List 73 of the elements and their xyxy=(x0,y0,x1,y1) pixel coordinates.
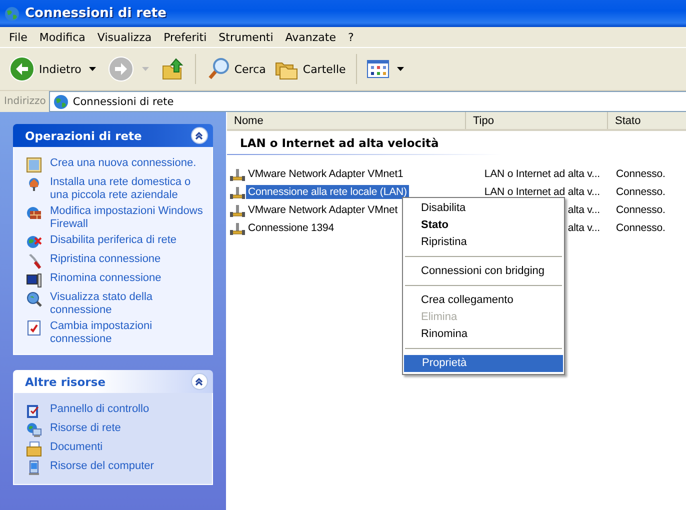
menu-item[interactable]: Disabilita xyxy=(403,200,564,217)
globe-cross-icon xyxy=(26,234,42,250)
house-icon xyxy=(26,176,42,192)
connection-name[interactable]: Connessione alla rete locale (LAN) xyxy=(246,185,409,199)
globe-computer-icon xyxy=(26,422,42,438)
menu-item[interactable]: Strumenti xyxy=(212,28,280,46)
panel-header[interactable]: Operazioni di rete xyxy=(13,124,213,147)
menu-item[interactable]: Proprietà xyxy=(404,355,563,372)
network-cable-icon xyxy=(230,185,245,199)
search-button[interactable]: Cerca xyxy=(203,55,269,83)
back-button[interactable]: Indietro xyxy=(6,54,84,84)
connection-name[interactable]: VMware Network Adapter VMnet xyxy=(246,203,400,217)
network-cable-icon xyxy=(230,221,245,235)
magnifier-icon xyxy=(26,291,42,307)
task-link[interactable]: Visualizza stato della connessione xyxy=(50,291,206,317)
address-field[interactable]: Connessioni di rete xyxy=(48,91,686,112)
brick-wall-icon xyxy=(26,205,42,221)
task-link[interactable]: Disabilita periferica di rete xyxy=(50,234,177,247)
connection-name[interactable]: VMware Network Adapter VMnet1 xyxy=(246,167,406,181)
network-cable-icon xyxy=(230,203,245,217)
folder-documents-icon xyxy=(26,441,42,457)
globe-icon xyxy=(52,94,69,110)
task-link[interactable]: Modifica impostazioni Windows Firewall xyxy=(50,205,206,231)
table-cell-text: LAN o Internet ad alta v... xyxy=(483,186,601,198)
table-cell-text: Connesso. xyxy=(615,204,666,216)
column-header[interactable]: Nome xyxy=(227,112,466,129)
collapse-chevron-icon[interactable] xyxy=(191,127,208,144)
task-link[interactable]: Crea una nuova connessione. xyxy=(50,157,196,170)
table-cell-text: Connesso. xyxy=(615,186,666,198)
window-icon xyxy=(26,157,42,173)
computer-icon xyxy=(26,460,42,476)
view-grid-icon xyxy=(366,60,389,78)
network-cable-icon xyxy=(230,167,245,181)
task-link[interactable]: Pannello di controllo xyxy=(50,403,150,416)
menu-item[interactable]: Connessioni con bridging xyxy=(403,263,564,280)
menu-item[interactable]: Rinomina xyxy=(403,326,564,343)
task-link[interactable]: Risorse del computer xyxy=(50,460,154,473)
menu-item[interactable]: Ripristina xyxy=(403,234,564,251)
group-heading: LAN o Internet ad alta velocità xyxy=(227,134,686,155)
connection-name[interactable]: Connessione 1394 xyxy=(246,221,336,235)
column-header[interactable]: Stato xyxy=(608,112,686,129)
search-icon xyxy=(206,57,230,81)
monitor-icon xyxy=(26,272,42,288)
globe-icon xyxy=(4,6,20,22)
collapse-chevron-icon[interactable] xyxy=(191,373,208,390)
task-link[interactable]: Cambia impostazioni connessione xyxy=(50,320,206,346)
task-link[interactable]: Risorse di rete xyxy=(50,422,121,435)
menu-item[interactable]: Avanzate xyxy=(279,28,342,46)
panel-header[interactable]: Altre risorse xyxy=(13,370,213,393)
column-header[interactable]: Tipo xyxy=(466,112,608,129)
folder-up-icon xyxy=(161,57,186,81)
caret-icon[interactable] xyxy=(89,67,96,71)
task-link[interactable]: Installa una rete domestica o una piccola rete aziendale xyxy=(50,176,206,202)
table-cell-text: alta v... xyxy=(566,204,601,216)
table-cell-text: LAN o Internet ad alta v... xyxy=(483,168,601,180)
window-title: Connessioni di rete xyxy=(25,6,166,21)
menu-item[interactable]: Preferiti xyxy=(158,28,213,46)
table-cell-text: Connesso. xyxy=(615,222,666,234)
folders-button[interactable]: Cartelle xyxy=(272,55,349,83)
task-link[interactable]: Rinomina connessione xyxy=(50,272,162,285)
menu-item[interactable]: Modifica xyxy=(33,28,92,46)
menu-item[interactable]: ? xyxy=(342,28,360,46)
document-check-icon xyxy=(26,320,42,336)
table-cell-text: alta v... xyxy=(566,222,601,234)
menu-item[interactable]: File xyxy=(3,28,34,46)
caret-icon[interactable] xyxy=(396,67,404,71)
menu-item[interactable]: Crea collegamento xyxy=(403,292,564,309)
table-cell-text: Connesso. xyxy=(615,168,666,180)
address-label: Indirizzo xyxy=(4,96,46,107)
menu-item[interactable]: Stato xyxy=(403,217,564,234)
task-link[interactable]: Documenti xyxy=(50,441,103,454)
task-link[interactable]: Ripristina connessione xyxy=(50,253,161,266)
menu-item[interactable]: Visualizza xyxy=(91,28,158,46)
